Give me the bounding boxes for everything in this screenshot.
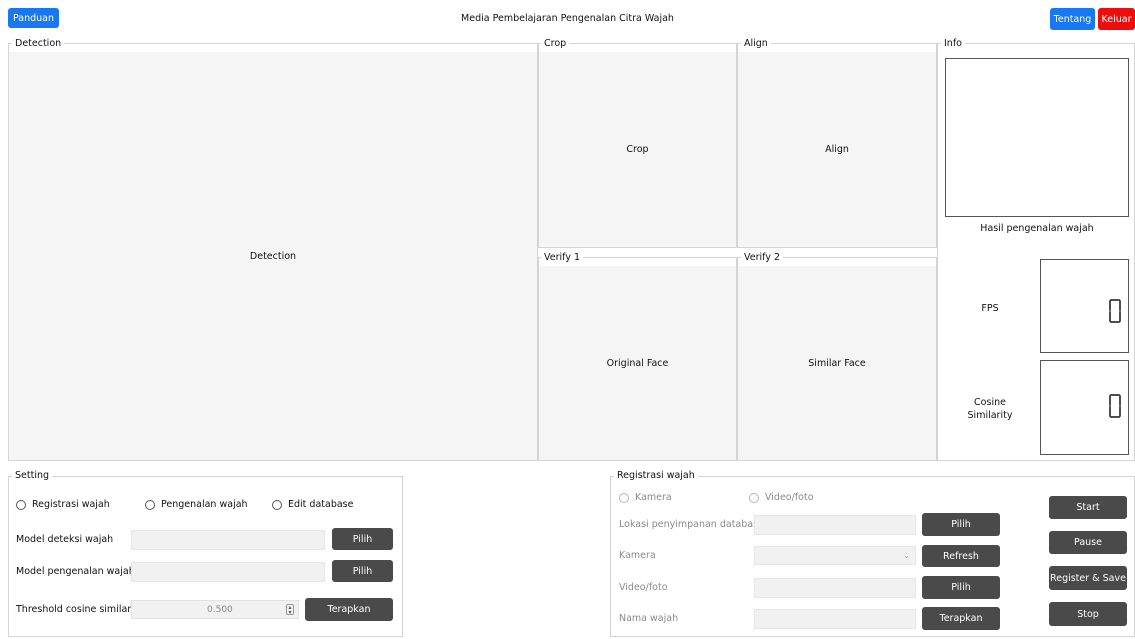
mode-registration-radio[interactable]: Registrasi wajah [16,499,110,510]
mode-edit-database-radio[interactable]: Edit database [272,499,353,510]
radio-circle-icon [619,492,629,503]
crop-view: Crop [539,52,736,247]
cosine-display [1040,360,1129,455]
mode-edit-database-label: Edit database [288,499,354,510]
cosine-lcd-digit [1109,394,1121,418]
result-label: Hasil pengenalan wajah [980,223,1094,234]
setting-group-title: Setting [12,470,53,482]
crop-group-title: Crop [541,38,570,50]
video-file-field[interactable] [754,578,916,598]
similar-face-placeholder: Similar Face [808,357,866,369]
recognition-model-label: Model pengenalan wajah [16,566,135,577]
stop-button[interactable]: Stop [1049,602,1127,626]
start-button[interactable]: Start [1049,496,1127,519]
source-camera-radio[interactable]: Kamera [619,492,672,503]
radio-circle-icon [145,499,155,510]
face-name-apply-button[interactable]: Terapkan [922,607,1000,630]
source-video-radio[interactable]: Video/foto [749,492,814,503]
detection-model-pick-button[interactable]: Pilih [332,528,393,550]
about-button[interactable]: Tentang [1050,8,1095,30]
threshold-label: Threshold cosine similarity [16,604,144,615]
cosine-label: Cosine Similarity [945,396,1035,422]
source-camera-label: Kamera [635,492,672,503]
cosine-label-line2: Similarity [967,410,1013,421]
threshold-spinbox[interactable]: 0.500 ▴ ▾ [131,600,299,619]
radio-circle-icon [16,499,26,510]
verify1-group-title: Verify 1 [541,252,584,264]
db-location-label: Lokasi penyimpanan database [619,519,764,530]
register-save-button[interactable]: Register & Save [1049,566,1127,590]
detection-model-field[interactable] [131,530,325,550]
verify2-group-title: Verify 2 [741,252,784,264]
registration-group-title: Registrasi wajah [614,470,698,482]
result-image-box [945,58,1129,217]
source-video-label: Video/foto [765,492,814,503]
align-group-title: Align [741,38,771,50]
original-face-view: Original Face [539,266,736,460]
face-name-label: Nama wajah [619,613,679,624]
radio-circle-icon [749,492,759,503]
fps-display [1040,259,1129,353]
info-group-title: Info [941,38,965,50]
camera-refresh-button[interactable]: Refresh [922,545,1000,567]
camera-label: Kamera [619,550,656,561]
detection-placeholder: Detection [249,250,297,262]
cosine-label-line1: Cosine [974,397,1006,408]
align-view: Align [738,52,936,247]
face-name-field[interactable] [754,609,916,629]
spin-arrows-icon[interactable]: ▴ ▾ [286,604,294,616]
similar-face-view: Similar Face [738,266,936,460]
recognition-model-field[interactable] [131,562,325,582]
fps-label: FPS [981,303,999,314]
fps-lcd-digit [1109,299,1121,323]
video-file-pick-button[interactable]: Pilih [922,576,1000,599]
radio-circle-icon [272,499,282,510]
db-location-pick-button[interactable]: Pilih [922,513,1000,536]
align-placeholder: Align [825,144,849,155]
threshold-apply-button[interactable]: Terapkan [305,598,393,621]
exit-button[interactable]: Keluar [1098,8,1135,30]
detection-group-title: Detection [12,38,65,50]
video-file-label: Video/foto [619,582,668,593]
crop-placeholder: Crop [626,144,649,155]
chevron-down-icon: ⌄ [903,551,910,560]
mode-registration-label: Registrasi wajah [32,499,110,510]
detection-model-label: Model deteksi wajah [16,534,114,545]
threshold-value: 0.500 [207,604,233,615]
recognition-model-pick-button[interactable]: Pilih [332,560,393,582]
camera-select[interactable]: ⌄ [754,546,916,565]
window-title: Media Pembelajaran Pengenalan Citra Waja… [461,13,674,24]
pause-button[interactable]: Pause [1049,531,1127,554]
mode-recognition-radio[interactable]: Pengenalan wajah [145,499,248,510]
mode-recognition-label: Pengenalan wajah [161,499,248,510]
db-location-field[interactable] [754,515,916,535]
original-face-placeholder: Original Face [606,357,669,369]
detection-view: Detection [9,52,537,460]
